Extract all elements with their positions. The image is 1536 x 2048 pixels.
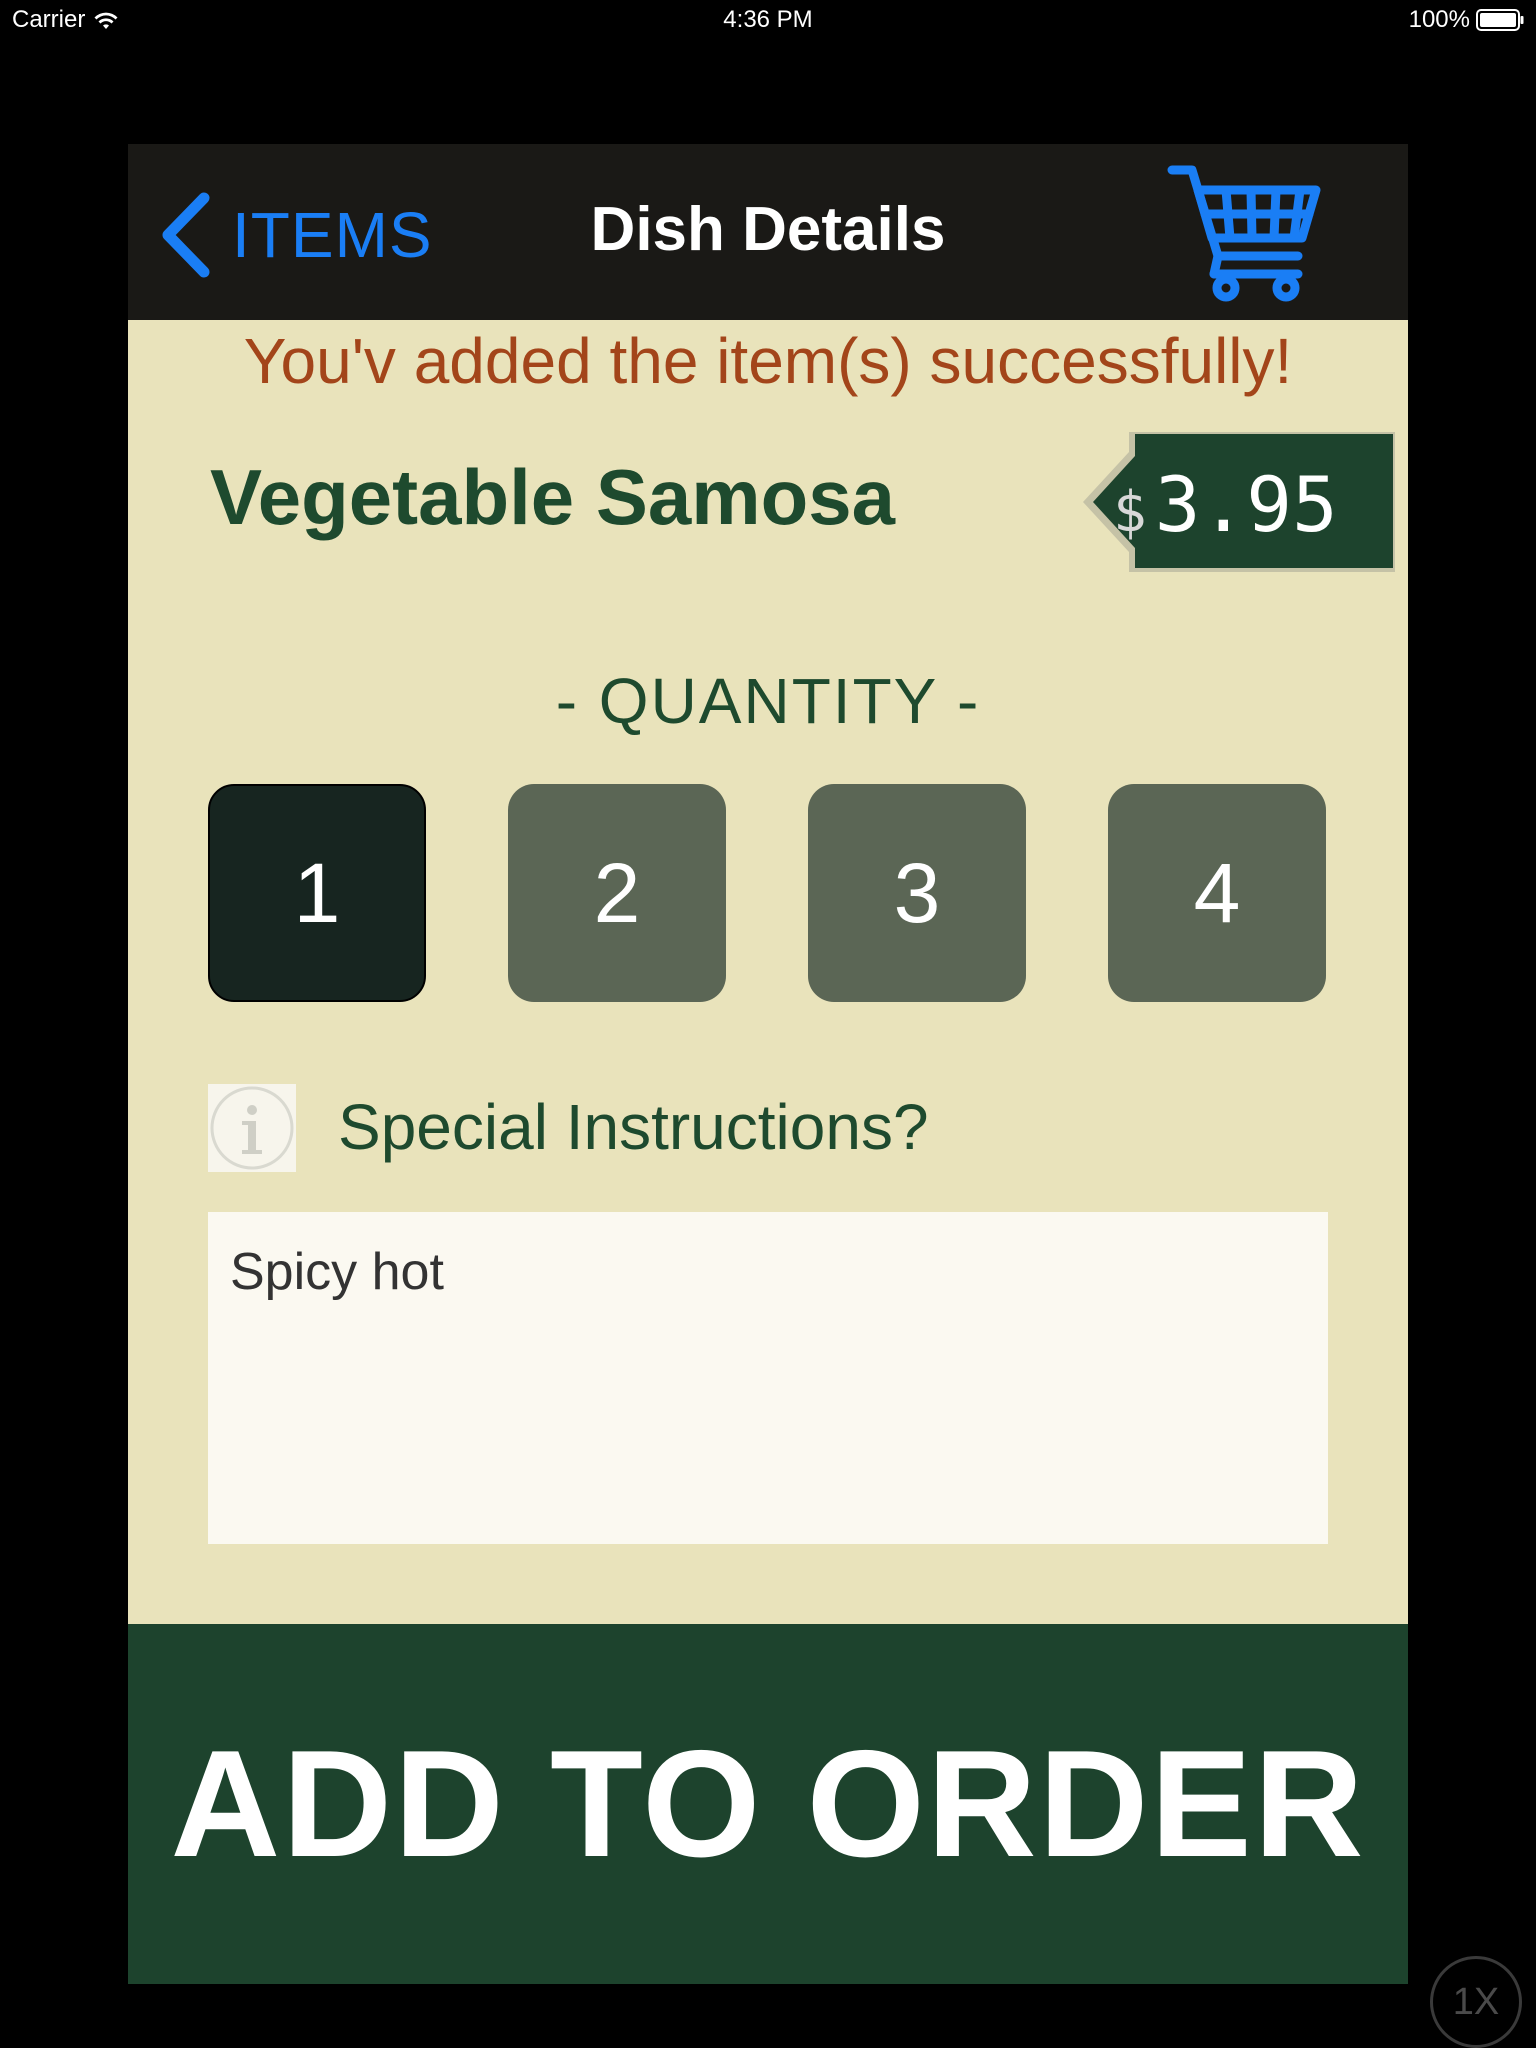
shopping-cart-icon (1167, 165, 1321, 302)
price-text: $ 3.95 (1113, 460, 1393, 549)
special-instructions-field[interactable]: Spicy hot (208, 1212, 1328, 1544)
back-button[interactable]: ITEMS (158, 190, 433, 280)
nav-bar: ITEMS Dish Details (128, 144, 1408, 320)
add-to-order-button[interactable]: ADD TO ORDER (128, 1624, 1408, 1984)
info-icon (208, 1084, 296, 1172)
dish-details-view: ITEMS Dish Details You'v added the item(… (128, 144, 1408, 1984)
chevron-left-icon (158, 192, 214, 278)
screen: Carrier 4:36 PM 100% ITEMS Dish Details … (0, 0, 1536, 2048)
battery-percent: 100% (1408, 6, 1470, 33)
quantity-option-1[interactable]: 1 (208, 784, 426, 1002)
price-value: 3.95 (1154, 460, 1338, 549)
quantity-label: - QUANTITY - (555, 665, 981, 737)
status-battery: 100% (1409, 6, 1524, 34)
quantity-option-2[interactable]: 2 (508, 784, 726, 1002)
dish-name: Vegetable Samosa (210, 453, 896, 541)
quantity-option-4[interactable]: 4 (1108, 784, 1326, 1002)
cart-button[interactable] (1166, 156, 1326, 306)
special-instructions-label: Special Instructions? (338, 1091, 929, 1163)
success-message: You'v added the item(s) successfully! (243, 325, 1293, 397)
quantity-options: 1 2 3 4 (208, 784, 1328, 1004)
price-tag: $ 3.95 (1083, 424, 1403, 580)
status-time: 4:36 PM (723, 6, 813, 33)
back-label: ITEMS (232, 199, 433, 271)
price-currency: $ (1113, 480, 1147, 545)
quantity-option-3[interactable]: 3 (808, 784, 1026, 1002)
battery-icon (1476, 9, 1524, 31)
scale-toggle-button[interactable]: 1X (1430, 1956, 1522, 2048)
status-bar: Carrier 4:36 PM 100% (0, 0, 1536, 40)
page-title: Dish Details (590, 195, 946, 264)
